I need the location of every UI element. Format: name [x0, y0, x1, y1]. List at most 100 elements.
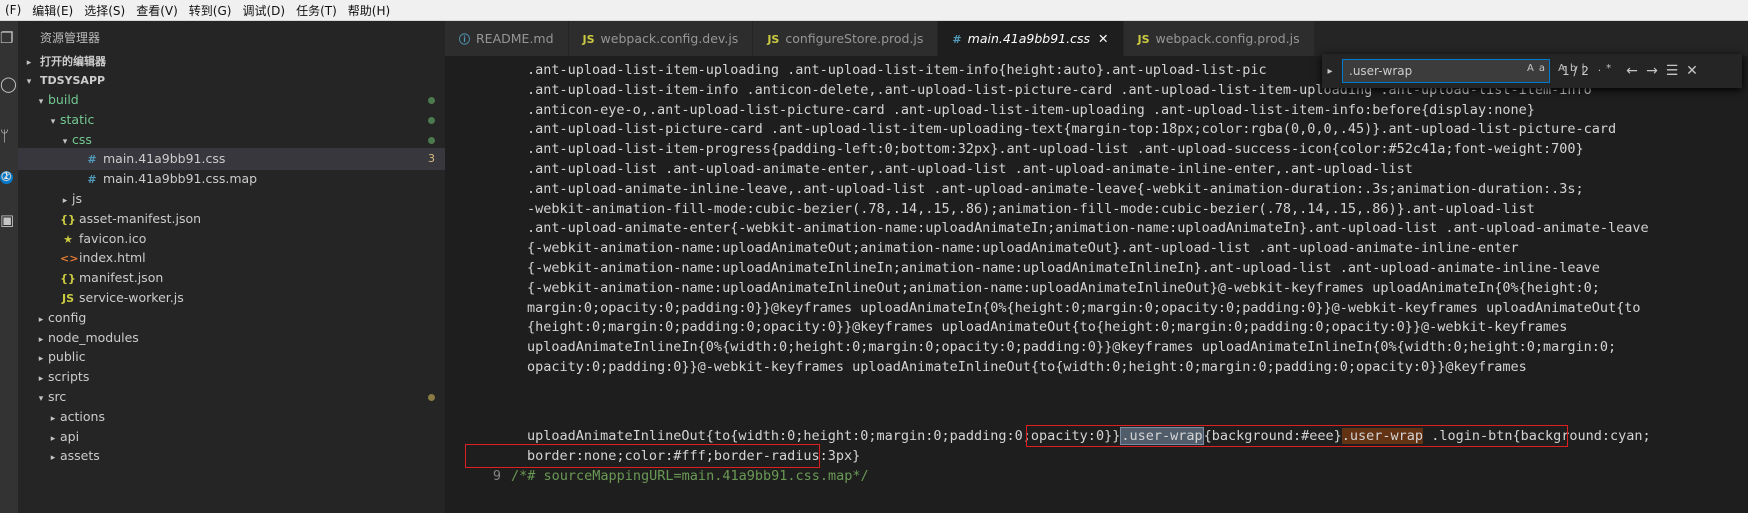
tree-item[interactable]: <>index.html: [18, 247, 445, 269]
tree-item[interactable]: ▾ src: [18, 386, 445, 408]
editor-tab[interactable]: ⓘ README.md: [445, 21, 569, 56]
code-text: uploadAnimateInlineOut{to{width:0;height…: [527, 428, 1121, 444]
tree-item[interactable]: ▸ actions: [18, 406, 445, 428]
modified-dot-icon: [428, 97, 435, 104]
tree-item[interactable]: ▾ build: [18, 89, 445, 111]
previous-match-icon[interactable]: ←: [1622, 63, 1642, 79]
source-map-comment: /*# sourceMappingURL=main.41a9bb91.css.m…: [511, 468, 869, 484]
tab-label: main.41a9bb91.css: [967, 31, 1091, 46]
code-line: {-webkit-animation-name:uploadAnimateOut…: [527, 240, 1519, 257]
menu-item[interactable]: 任务(T): [291, 2, 343, 19]
line-number: 9: [492, 468, 501, 484]
tree-item[interactable]: ▸ js: [18, 188, 445, 210]
close-icon[interactable]: ✕: [1682, 63, 1702, 79]
code-line: .ant-upload-list-picture-card .ant-uploa…: [527, 121, 1617, 138]
code-line-last: border:none;color:#fff;border-radius:3px…: [527, 448, 861, 464]
editor-tab[interactable]: JS configureStore.prod.js: [753, 21, 939, 56]
code-line: .ant-upload-list-item-uploading .ant-upl…: [527, 62, 1267, 78]
chevron-right-icon: ▸: [50, 453, 56, 464]
modified-dot-icon: [428, 136, 435, 144]
file-type-icon: #: [952, 33, 962, 46]
activity-bar: ❐ ◯ ᛘ 1 ⊘ ▣: [0, 21, 18, 513]
tree-item-label: build: [48, 92, 79, 107]
code-line: -webkit-animation-fill-mode:cubic-bezier…: [527, 200, 1535, 217]
find-input[interactable]: [1342, 59, 1550, 83]
tree-item[interactable]: {} asset-manifest.json: [18, 208, 445, 230]
editor-area: ⓘ README.md JS webpack.config.dev.js JS confi…: [445, 21, 1748, 513]
find-match-current: .user-wrap: [1120, 427, 1204, 445]
tree-item-label: asset-manifest.json: [79, 210, 202, 226]
modified-dot-icon: [428, 116, 435, 124]
menu-item[interactable]: (F): [0, 3, 27, 17]
menu-item[interactable]: 编辑(E): [27, 2, 79, 19]
explorer-title: 资源管理器: [40, 31, 101, 45]
code-line: opacity:0;padding:0}}@-webkit-keyframes …: [527, 359, 1527, 375]
menu-item[interactable]: 查看(V): [131, 2, 184, 19]
tree-item[interactable]: # main.41a9bb91.css 3: [18, 148, 445, 171]
tree-item-label: manifest.json: [79, 270, 164, 286]
file-type-icon: JS: [1137, 33, 1150, 46]
tree-item[interactable]: ▸ public: [18, 346, 445, 368]
replace-toggle-icon[interactable]: ▸: [1322, 66, 1338, 77]
find-options[interactable]: Aa Ab| .*: [1527, 63, 1616, 74]
tree-item[interactable]: ▾ css: [18, 129, 445, 151]
tab-label: README.md: [476, 31, 554, 46]
menu-item[interactable]: 选择(S): [79, 2, 131, 19]
code-line: {height:0;margin:0;padding:0;opacity:0}}…: [527, 319, 1568, 336]
code-line: margin:0;opacity:0;padding:0}}@keyframes…: [527, 299, 1641, 316]
tree-item[interactable]: ▸ scripts: [18, 366, 445, 388]
tree-item-label: src: [48, 389, 67, 404]
tree-item[interactable]: ▸ api: [18, 426, 445, 448]
editor-tab[interactable]: JS webpack.config.dev.js: [568, 21, 754, 56]
tree-item[interactable]: # main.41a9bb91.css.map: [18, 168, 445, 190]
modified-dot-icon: [428, 394, 435, 401]
tab-label: webpack.config.prod.js: [1155, 31, 1300, 46]
tree-item[interactable]: ▸ assets: [18, 445, 445, 467]
tree-item-label: node_modules: [48, 329, 139, 345]
tree-item-label: assets: [60, 448, 100, 464]
tree-item-label: main.41a9bb91.css: [103, 151, 226, 167]
tree-item-label: static: [60, 111, 95, 127]
menu-item[interactable]: 转到(G): [184, 2, 238, 19]
tree-item[interactable]: JS service-worker.js: [18, 287, 445, 309]
code-view[interactable]: opacity:0;padding:0}}@-webkit-keyframes …: [445, 56, 1748, 513]
next-match-icon[interactable]: →: [1642, 63, 1662, 79]
tree-item[interactable]: ★ favicon.ico: [18, 228, 445, 250]
code-line: .ant-upload-list .ant-upload-animate-ent…: [527, 161, 1413, 177]
find-in-selection-icon[interactable]: ☰: [1662, 63, 1682, 79]
tree-item[interactable]: ▸ node_modules: [18, 327, 445, 349]
search-icon[interactable]: ◯: [0, 73, 18, 95]
tab-label: webpack.config.dev.js: [600, 31, 739, 46]
problem-count: 3: [428, 152, 435, 166]
explorer-sidebar: 资源管理器 ▸ 打开的编辑器 ▾ TDSYSAPP ▾ build ▾ static ▾…: [18, 21, 445, 513]
tree-item-label: main.41a9bb91.css.map: [103, 171, 258, 187]
close-icon[interactable]: ✕: [1098, 31, 1108, 46]
menu-item[interactable]: 帮助(H): [343, 2, 396, 19]
code-line: .ant-upload-animate-enter{-webkit-animat…: [527, 220, 1649, 237]
code-line: {-webkit-animation-name:uploadAnimateInl…: [527, 260, 1600, 276]
tree-item-label: config: [48, 309, 87, 325]
tree-item-label: public: [48, 349, 86, 365]
code-line: .ant-upload-animate-inline-leave,.ant-up…: [527, 180, 1584, 197]
tree-item-label: index.html: [79, 250, 146, 266]
tree-item-label: js: [72, 191, 82, 206]
extensions-icon[interactable]: ▣: [0, 209, 18, 231]
editor-tab[interactable]: # main.41a9bb91.css ✕: [938, 21, 1124, 56]
tree-item-label: service-worker.js: [79, 290, 184, 305]
code-line: .ant-upload-list-item-progress{padding-l…: [527, 141, 1584, 158]
code-line: .anticon-eye-o,.ant-upload-list-picture-…: [527, 101, 1535, 118]
tab-bar: ⓘ README.md JS webpack.config.dev.js JS confi…: [445, 21, 1748, 56]
source-control-icon[interactable]: ᛘ: [0, 125, 18, 147]
tree-item[interactable]: ▸ config: [18, 307, 445, 329]
code-line-highlight: uploadAnimateInlineOut{to{width:0;height…: [527, 425, 1651, 447]
explorer-icon[interactable]: ❐: [0, 27, 18, 49]
menu-bar: (F) 编辑(E) 选择(S) 查看(V) 转到(G) 调试(D) 任务(T) 帮助(H): [0, 0, 1748, 21]
menu-item[interactable]: 调试(D): [237, 2, 291, 19]
project-section[interactable]: ▾ TDSYSAPP: [18, 69, 445, 91]
tree-item[interactable]: {} manifest.json: [18, 267, 445, 289]
editor-tab[interactable]: JS webpack.config.prod.js: [1123, 21, 1315, 56]
debug-icon[interactable]: ⊘: [0, 165, 18, 187]
file-type-icon: JS: [767, 33, 780, 46]
tree-item[interactable]: ▾ static: [18, 109, 445, 131]
file-type-icon: ⓘ: [459, 33, 470, 46]
